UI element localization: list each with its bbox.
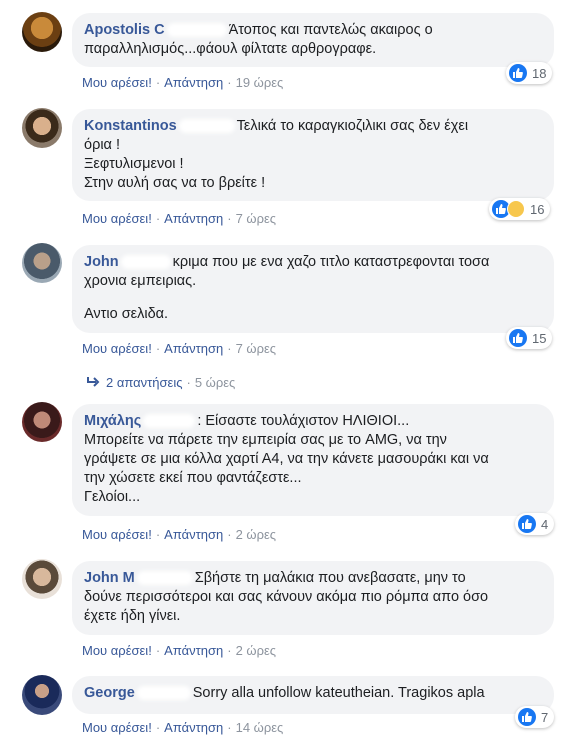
redaction	[178, 119, 235, 134]
author-name[interactable]: Apostolis C	[84, 22, 165, 38]
comment-actions: Μου αρέσει! · Απάντηση · 14 ώρες	[82, 720, 284, 735]
redaction	[143, 414, 196, 429]
reply-link[interactable]: Απάντηση	[164, 75, 223, 90]
replies-count[interactable]: 2 απαντήσεις	[106, 375, 183, 390]
comment-text: Αντιο σελιδα.	[84, 306, 169, 322]
avatar[interactable]	[22, 675, 62, 715]
comment-bubble: John M Σβήστε τη μαλάκια που ανεβασατε, μ…	[72, 561, 554, 635]
redaction	[166, 23, 227, 38]
comment-actions: Μου αρέσει! · Απάντηση · 19 ώρες	[82, 75, 284, 90]
timestamp[interactable]: 7 ώρες	[236, 341, 276, 356]
reaction-count[interactable]: 15	[506, 327, 553, 349]
comment-text: παραλληλισμός...φάουλ φίλτατε αρθρογραφε…	[84, 41, 377, 57]
timestamp[interactable]: 14 ώρες	[236, 720, 284, 735]
author-name[interactable]: John	[84, 254, 119, 270]
avatar[interactable]	[22, 243, 62, 283]
reaction-count[interactable]: 4	[515, 513, 555, 535]
comment-text: δούνε περισσότεροι και σας κάνουν ακόμα …	[84, 589, 489, 605]
comment-text: κριμα που με ενα χαζο τιτλο καταστρεφοντ…	[172, 254, 490, 270]
comment-text: Άτοπος και παντελώς ακαιρος ο	[228, 22, 433, 38]
view-replies[interactable]: 2 απαντήσεις · 5 ώρες	[86, 375, 235, 390]
reaction-count[interactable]: 7	[515, 706, 555, 728]
like-icon	[518, 515, 536, 533]
comment-text: Ξεφτυλισμενοι !	[84, 156, 184, 172]
comment-bubble: Apostolis C Άτοπος και παντελώς ακαιρος ο…	[72, 13, 554, 67]
reaction-count[interactable]: 18	[506, 62, 553, 84]
reaction-count[interactable]: 16	[489, 198, 551, 220]
reply-arrow-icon	[87, 377, 100, 387]
sad-icon	[507, 200, 525, 218]
avatar[interactable]	[22, 108, 62, 148]
comment-text: Τελικά το καραγκιοζιλικι σας δεν έχει	[236, 118, 469, 134]
avatar[interactable]	[22, 402, 62, 442]
comment-text: : Είσαστε τουλάχιστον ΗΛΙΘΙΟΙ...	[197, 413, 410, 429]
comment-text: Γελοίοι...	[84, 489, 141, 505]
comment-bubble: Μιχάλης: Είσαστε τουλάχιστον ΗΛΙΘΙΟΙ... …	[72, 404, 554, 516]
comment-actions: Μου αρέσει! · Απάντηση · 7 ώρες	[82, 341, 277, 356]
avatar[interactable]	[22, 559, 62, 599]
like-link[interactable]: Μου αρέσει!	[82, 341, 152, 356]
reply-link[interactable]: Απάντηση	[164, 527, 223, 542]
timestamp[interactable]: 2 ώρες	[236, 643, 276, 658]
like-icon	[518, 708, 536, 726]
comment-text: έχετε ήδη γίνει.	[84, 608, 181, 624]
comment-bubble: John κριμα που με ενα χαζο τιτλο καταστρε…	[72, 245, 554, 333]
avatar[interactable]	[22, 12, 62, 52]
timestamp[interactable]: 19 ώρες	[236, 75, 284, 90]
comment-text: την χώσετε εκεί που φαντάζεστε...	[84, 470, 302, 486]
comment-bubble: Konstantinos Τελικά το καραγκιοζιλικι σας…	[72, 109, 554, 201]
comment-actions: Μου αρέσει! · Απάντηση · 2 ώρες	[82, 643, 277, 658]
timestamp: 5 ώρες	[194, 375, 236, 390]
comment-text: Sorry alla unfollow kateutheian. Tragiko…	[192, 685, 485, 701]
comment-text: Σβήστε τη μαλάκια που ανεβασατε, μην το	[194, 570, 466, 586]
reply-link[interactable]: Απάντηση	[164, 643, 223, 658]
like-link[interactable]: Μου αρέσει!	[82, 643, 152, 658]
like-icon	[509, 329, 527, 347]
comment-text: Μπορείτε να πάρετε την εμπειρία σας με τ…	[84, 432, 447, 448]
comment-actions: Μου αρέσει! · Απάντηση · 7 ώρες	[82, 211, 277, 226]
like-link[interactable]: Μου αρέσει!	[82, 720, 152, 735]
timestamp[interactable]: 2 ώρες	[236, 527, 276, 542]
author-name[interactable]: Μιχάλης	[84, 413, 141, 429]
comment-actions: Μου αρέσει! · Απάντηση · 2 ώρες	[82, 527, 277, 542]
timestamp[interactable]: 7 ώρες	[236, 211, 276, 226]
like-link[interactable]: Μου αρέσει!	[82, 527, 152, 542]
author-name[interactable]: Konstantinos	[84, 118, 177, 134]
reply-link[interactable]: Απάντηση	[164, 341, 223, 356]
redaction	[136, 686, 191, 701]
comment-bubble: George Sorry alla unfollow kateutheian. T…	[72, 676, 554, 714]
comment-text: χρονια εμπειριας.	[84, 273, 197, 289]
reply-link[interactable]: Απάντηση	[164, 211, 223, 226]
comment-text: Στην αυλή σας να το βρείτε !	[84, 175, 266, 191]
like-link[interactable]: Μου αρέσει!	[82, 211, 152, 226]
reply-link[interactable]: Απάντηση	[164, 720, 223, 735]
author-name[interactable]: George	[84, 685, 135, 701]
like-link[interactable]: Μου αρέσει!	[82, 75, 152, 90]
redaction	[136, 571, 193, 586]
comment-text: όρια !	[84, 137, 120, 153]
comment-text: γράψετε σε μια κόλλα χαρτί Α4, να την κά…	[84, 451, 489, 467]
author-name[interactable]: John M	[84, 570, 135, 586]
redaction	[120, 255, 171, 270]
like-icon	[509, 64, 527, 82]
comment-text	[84, 291, 542, 305]
